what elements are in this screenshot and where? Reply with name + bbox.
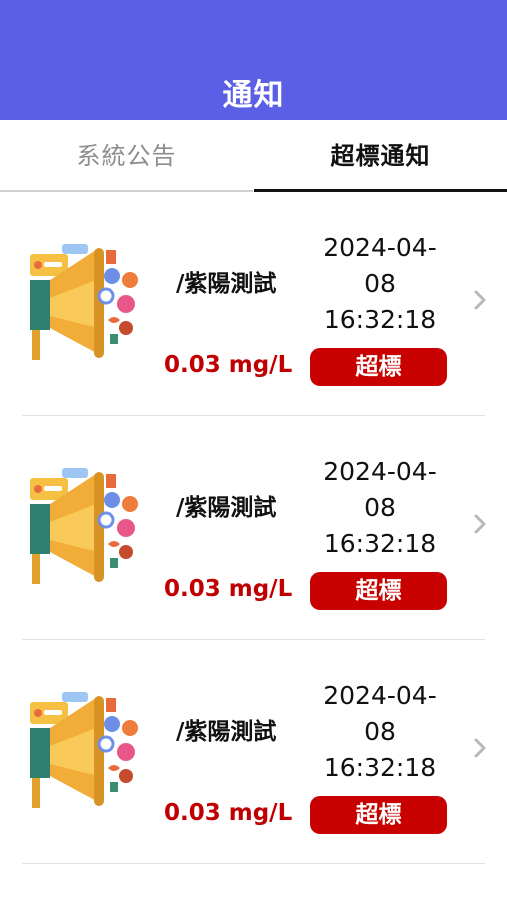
measured-value: 0.03 mg/L — [164, 352, 293, 378]
timestamp-day: 08 — [364, 493, 396, 522]
measured-value: 0.03 mg/L — [164, 576, 293, 602]
status-badge: 超標 — [310, 348, 447, 386]
megaphone-icon — [26, 692, 146, 812]
app-header: 通知 — [0, 0, 507, 120]
station-name: /紫陽測試 — [176, 495, 277, 521]
station-name: /紫陽測試 — [176, 719, 277, 745]
status-badge: 超標 — [310, 572, 447, 610]
notification-row[interactable]: /紫陽測試 0.03 mg/L 2024-04- 08 16:32:18 超標 — [0, 416, 507, 640]
chevron-right-icon[interactable] — [472, 512, 488, 536]
tab-system-announcements[interactable]: 系統公告 — [0, 120, 253, 192]
timestamp-date: 2024-04- — [323, 457, 437, 486]
station-name: /紫陽測試 — [176, 271, 277, 297]
row-divider — [22, 863, 485, 864]
timestamp: 2024-04- 08 16:32:18 — [310, 454, 450, 562]
timestamp-day: 08 — [364, 269, 396, 298]
timestamp-day: 08 — [364, 717, 396, 746]
page-title: 通知 — [222, 78, 285, 113]
timestamp-time: 16:32:18 — [323, 529, 437, 558]
tab-bar: 系統公告 超標通知 — [0, 120, 507, 192]
megaphone-icon — [26, 244, 146, 364]
chevron-right-icon[interactable] — [472, 288, 488, 312]
tab-label: 超標通知 — [330, 142, 431, 170]
megaphone-icon — [26, 468, 146, 588]
timestamp: 2024-04- 08 16:32:18 — [310, 230, 450, 338]
notification-row[interactable]: /紫陽測試 0.03 mg/L 2024-04- 08 16:32:18 超標 — [0, 640, 507, 864]
tab-label: 系統公告 — [76, 142, 177, 170]
timestamp-time: 16:32:18 — [323, 753, 437, 782]
status-badge: 超標 — [310, 796, 447, 834]
tab-exceedance-notifications[interactable]: 超標通知 — [254, 120, 507, 192]
notification-row[interactable]: /紫陽測試 0.03 mg/L 2024-04- 08 16:32:18 超標 — [0, 192, 507, 416]
timestamp-date: 2024-04- — [323, 233, 437, 262]
timestamp: 2024-04- 08 16:32:18 — [310, 678, 450, 786]
chevron-right-icon[interactable] — [472, 736, 488, 760]
measured-value: 0.03 mg/L — [164, 800, 293, 826]
timestamp-time: 16:32:18 — [323, 305, 437, 334]
timestamp-date: 2024-04- — [323, 681, 437, 710]
